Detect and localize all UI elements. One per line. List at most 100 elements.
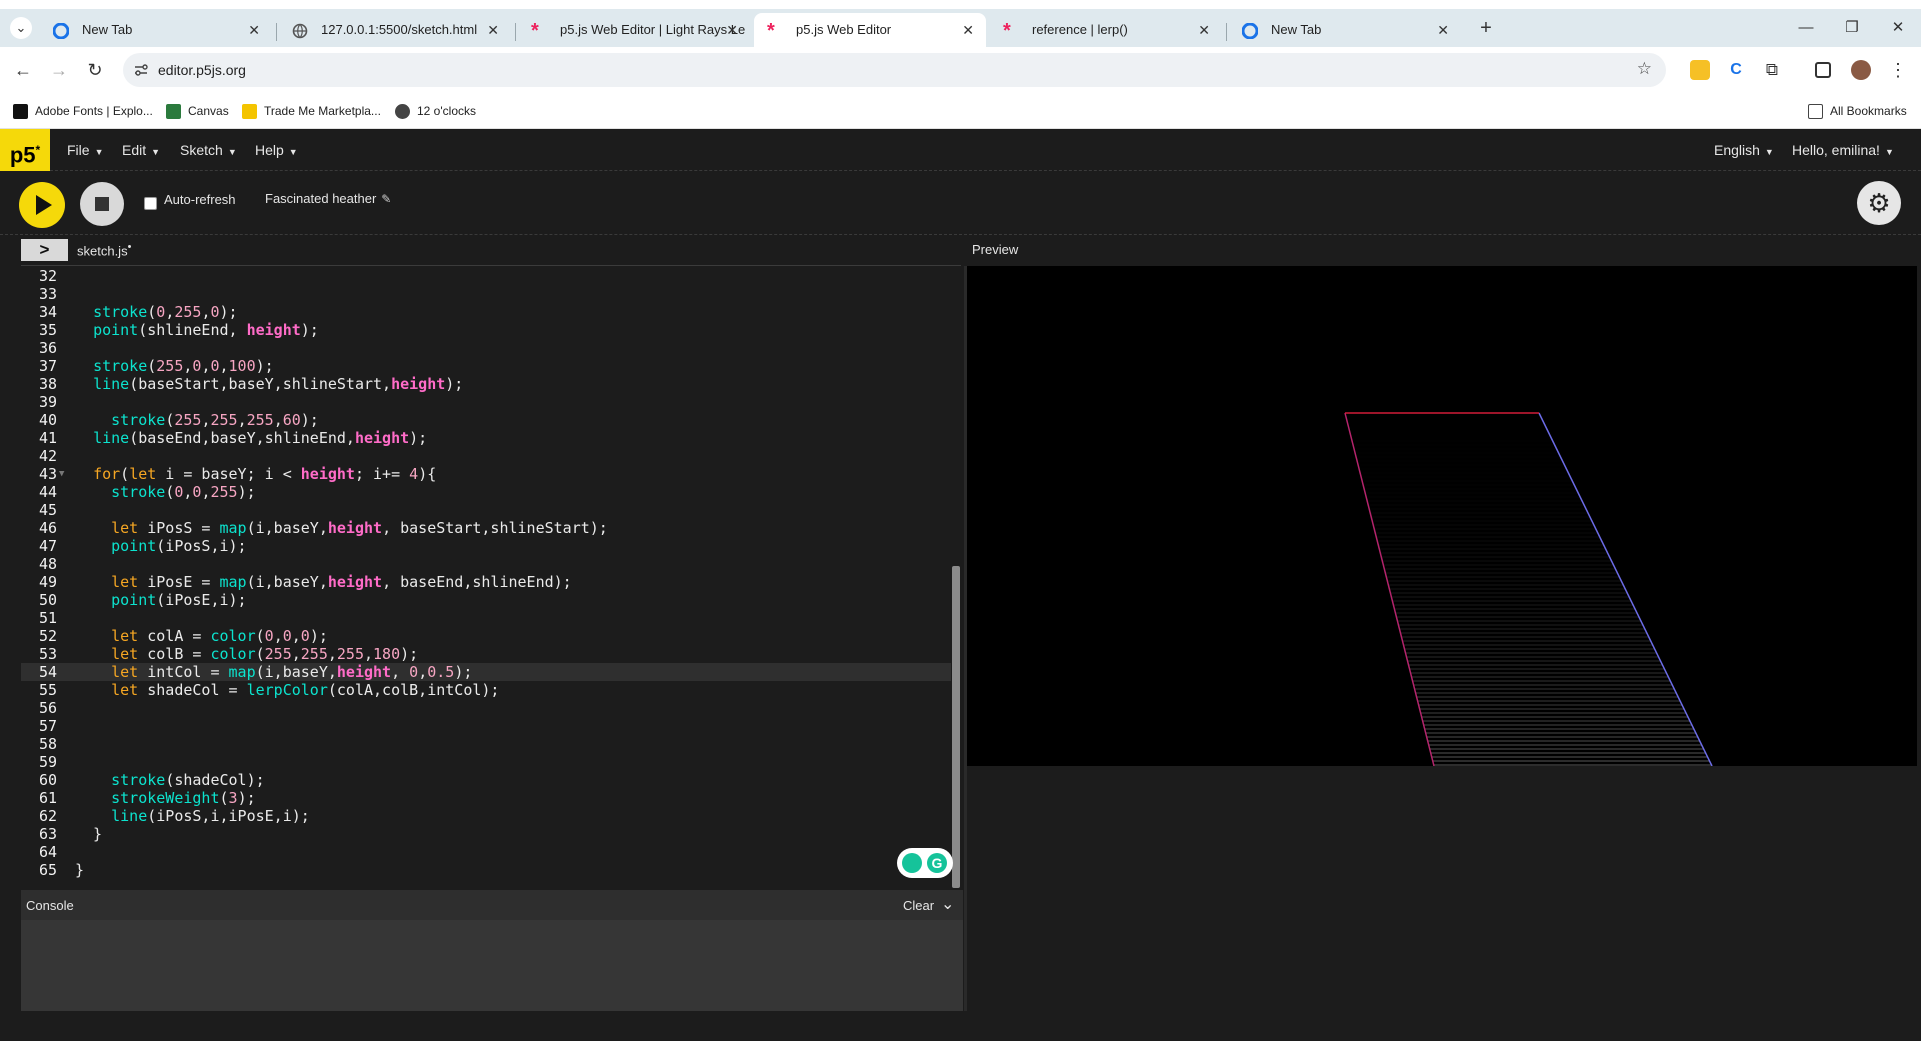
- adobe-fonts-icon: [13, 104, 28, 119]
- close-icon[interactable]: ✕: [248, 13, 260, 47]
- bookmark-trade-me[interactable]: Trade Me Marketpla...: [242, 93, 381, 129]
- code-line[interactable]: 39: [21, 393, 951, 411]
- file-tab-sketch-js[interactable]: sketch.js•: [77, 241, 131, 258]
- code-line[interactable]: 61 strokeWeight(3);: [21, 789, 951, 807]
- sketch-name[interactable]: Fascinated heather ✎: [265, 191, 391, 206]
- close-icon[interactable]: ✕: [726, 13, 738, 47]
- code-line[interactable]: 32: [21, 267, 951, 285]
- chevron-down-icon[interactable]: ⌄: [941, 894, 954, 914]
- user-menu[interactable]: Hello, emilina! ▼: [1792, 129, 1894, 173]
- tab-p5-editor-active[interactable]: * p5.js Web Editor ✕: [754, 13, 986, 47]
- code-line[interactable]: 62 line(iPosS,i,iPosE,i);: [21, 807, 951, 825]
- stop-button[interactable]: [80, 182, 124, 226]
- caret-down-icon: ▼: [1764, 147, 1774, 157]
- console-panel: Console Clear ⌄: [21, 890, 963, 1011]
- play-button[interactable]: [19, 182, 65, 228]
- avatar[interactable]: [1851, 60, 1871, 80]
- auto-refresh-checkbox[interactable]: [144, 197, 157, 210]
- grammarly-icon[interactable]: G: [927, 853, 947, 873]
- code-line[interactable]: 49 let iPosE = map(i,baseY,height, baseE…: [21, 573, 951, 591]
- close-icon[interactable]: ✕: [962, 13, 974, 47]
- tab-new-tab-1[interactable]: New Tab ✕: [40, 13, 272, 47]
- code-line[interactable]: 38 line(baseStart,baseY,shlineStart,heig…: [21, 375, 951, 393]
- menu-help[interactable]: Help ▼: [255, 129, 298, 173]
- code-text: let intCol = map(i,baseY,height, 0,0.5);: [111, 663, 473, 681]
- restore-button[interactable]: ❐: [1829, 13, 1875, 43]
- code-line[interactable]: 33: [21, 285, 951, 303]
- bookmark-12-oclocks[interactable]: 12 o'clocks: [395, 93, 476, 129]
- code-editor[interactable]: 32 33 34 stroke(0,255,0); 35 point(shlineEn…: [21, 265, 961, 888]
- back-button[interactable]: ←: [9, 56, 37, 84]
- code-line[interactable]: 64: [21, 843, 951, 861]
- forward-button[interactable]: →: [45, 56, 73, 84]
- line-number: 45: [38, 501, 57, 519]
- extension-icon[interactable]: [1690, 60, 1710, 80]
- code-line[interactable]: 48: [21, 555, 951, 573]
- grammarly-widget[interactable]: G: [897, 848, 953, 878]
- tab-p5-light-rays[interactable]: * p5.js Web Editor | Light Rays Le ✕: [518, 13, 750, 47]
- code-line[interactable]: 65}: [21, 861, 951, 879]
- code-line[interactable]: 50 point(iPosE,i);: [21, 591, 951, 609]
- code-line[interactable]: 35 point(shlineEnd, height);: [21, 321, 951, 339]
- lightbulb-icon[interactable]: [902, 853, 922, 873]
- code-line[interactable]: 56: [21, 699, 951, 717]
- new-tab-button[interactable]: +: [1472, 13, 1500, 43]
- close-window-button[interactable]: ✕: [1875, 13, 1921, 43]
- code-line[interactable]: 40 stroke(255,255,255,60);: [21, 411, 951, 429]
- sketch-render: [1344, 412, 1713, 766]
- code-line[interactable]: 51: [21, 609, 951, 627]
- code-text: let iPosE = map(i,baseY,height, baseEnd,…: [111, 573, 572, 591]
- menu-file[interactable]: File ▼: [67, 129, 103, 173]
- bookmark-canvas[interactable]: Canvas: [166, 93, 229, 129]
- line-number: 42: [38, 447, 57, 465]
- close-icon[interactable]: ✕: [1198, 13, 1210, 47]
- extension-c-icon[interactable]: C: [1726, 60, 1746, 80]
- p5-logo[interactable]: p5*: [0, 129, 50, 171]
- tab-reference-lerp[interactable]: * reference | lerp() ✕: [990, 13, 1222, 47]
- site-info-icon[interactable]: [133, 62, 149, 78]
- code-line[interactable]: 42: [21, 447, 951, 465]
- tab-localhost[interactable]: 127.0.0.1:5500/sketch.html ✕: [279, 13, 511, 47]
- code-line[interactable]: 47 point(iPosS,i);: [21, 537, 951, 555]
- code-line[interactable]: 59: [21, 753, 951, 771]
- extensions-puzzle-icon[interactable]: ⧉: [1762, 60, 1782, 80]
- code-line[interactable]: 34 stroke(0,255,0);: [21, 303, 951, 321]
- code-line[interactable]: 54 let intCol = map(i,baseY,height, 0,0.…: [21, 663, 951, 681]
- code-line[interactable]: 53 let colB = color(255,255,255,180);: [21, 645, 951, 663]
- settings-button[interactable]: ⚙: [1857, 181, 1901, 225]
- reload-button[interactable]: ↻: [81, 56, 109, 84]
- line-number: 43: [38, 465, 57, 483]
- minimize-button[interactable]: —: [1783, 13, 1829, 43]
- more-menu-icon[interactable]: ⋮: [1888, 60, 1908, 80]
- code-line[interactable]: 58: [21, 735, 951, 753]
- code-line[interactable]: 41 line(baseEnd,baseY,shlineEnd,height);: [21, 429, 951, 447]
- code-line[interactable]: 37 stroke(255,0,0,100);: [21, 357, 951, 375]
- bookmark-adobe-fonts[interactable]: Adobe Fonts | Explo...: [13, 93, 153, 129]
- all-bookmarks[interactable]: All Bookmarks: [1808, 93, 1907, 129]
- console-clear-button[interactable]: Clear: [903, 898, 934, 913]
- code-line[interactable]: 57: [21, 717, 951, 735]
- code-line[interactable]: 44 stroke(0,0,255);: [21, 483, 951, 501]
- sidebar-toggle-button[interactable]: >: [21, 239, 68, 261]
- code-line[interactable]: 43 ▼ for(let i = baseY; i < height; i+= 4…: [21, 465, 951, 483]
- code-line[interactable]: 55 let shadeCol = lerpColor(colA,colB,in…: [21, 681, 951, 699]
- code-line[interactable]: 46 let iPosS = map(i,baseY,height, baseS…: [21, 519, 951, 537]
- menu-sketch[interactable]: Sketch ▼: [180, 129, 237, 173]
- code-line[interactable]: 52 let colA = color(0,0,0);: [21, 627, 951, 645]
- close-icon[interactable]: ✕: [487, 13, 499, 47]
- code-line[interactable]: 45: [21, 501, 951, 519]
- editor-scrollbar-thumb[interactable]: [952, 566, 960, 888]
- address-bar[interactable]: editor.p5js.org ☆: [123, 53, 1666, 87]
- tab-search-button[interactable]: ⌄: [10, 17, 32, 39]
- tab-new-tab-2[interactable]: New Tab ✕: [1229, 13, 1461, 47]
- line-number: 53: [38, 645, 57, 663]
- side-panel-icon[interactable]: [1815, 62, 1831, 78]
- fold-arrow-icon[interactable]: ▼: [59, 465, 64, 483]
- language-menu[interactable]: English ▼: [1714, 129, 1774, 173]
- code-line[interactable]: 36: [21, 339, 951, 357]
- close-icon[interactable]: ✕: [1437, 13, 1449, 47]
- menu-edit[interactable]: Edit ▼: [122, 129, 160, 173]
- code-line[interactable]: 63 }: [21, 825, 951, 843]
- bookmark-star-icon[interactable]: ☆: [1637, 59, 1652, 79]
- code-line[interactable]: 60 stroke(shadeCol);: [21, 771, 951, 789]
